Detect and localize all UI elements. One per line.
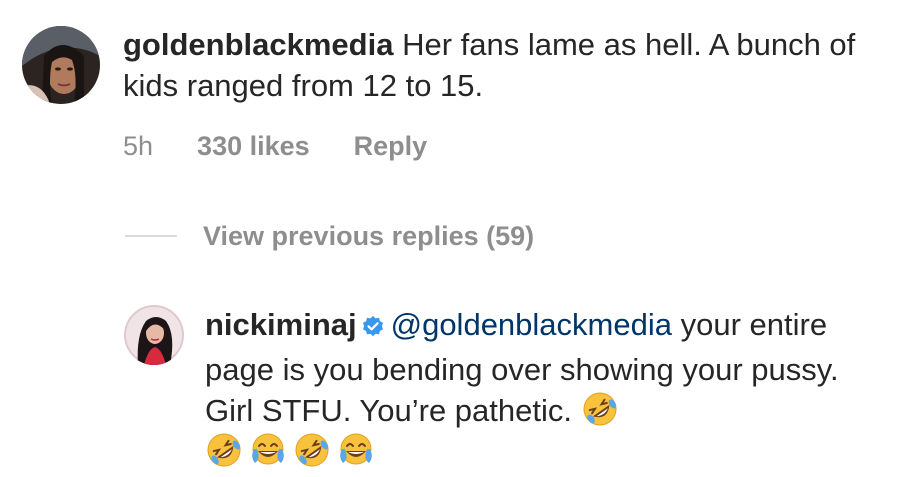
comment-username[interactable]: nickiminaj bbox=[205, 307, 357, 342]
view-previous-replies[interactable]: View previous replies (59) bbox=[125, 218, 534, 254]
rolling-on-floor-laughing-emoji-icon bbox=[581, 390, 619, 428]
replies-divider bbox=[125, 235, 177, 237]
likes-count[interactable]: 330 likes bbox=[197, 131, 310, 162]
mention-link[interactable]: @goldenblackmedia bbox=[391, 307, 672, 342]
face-with-tears-of-joy-emoji-icon bbox=[337, 431, 375, 469]
reply-button[interactable]: Reply bbox=[354, 131, 428, 162]
comment-meta: 5h 330 likes Reply bbox=[123, 128, 471, 164]
verified-badge-icon bbox=[361, 308, 385, 349]
avatar-goldenblackmedia[interactable] bbox=[22, 26, 100, 104]
comment-username[interactable]: goldenblackmedia bbox=[123, 27, 393, 62]
rolling-on-floor-laughing-emoji-icon bbox=[293, 431, 331, 469]
face-with-tears-of-joy-emoji-icon bbox=[249, 431, 287, 469]
comment-timestamp[interactable]: 5h bbox=[123, 131, 153, 162]
comment-goldenblackmedia: goldenblackmedia Her fans lame as hell. … bbox=[123, 24, 863, 106]
view-previous-replies-label[interactable]: View previous replies (59) bbox=[203, 221, 534, 252]
comment-nickiminaj: nickiminaj @goldenblackmedia your entire … bbox=[205, 304, 865, 472]
avatar-nickiminaj[interactable] bbox=[124, 305, 184, 365]
rolling-on-floor-laughing-emoji-icon bbox=[205, 431, 243, 469]
